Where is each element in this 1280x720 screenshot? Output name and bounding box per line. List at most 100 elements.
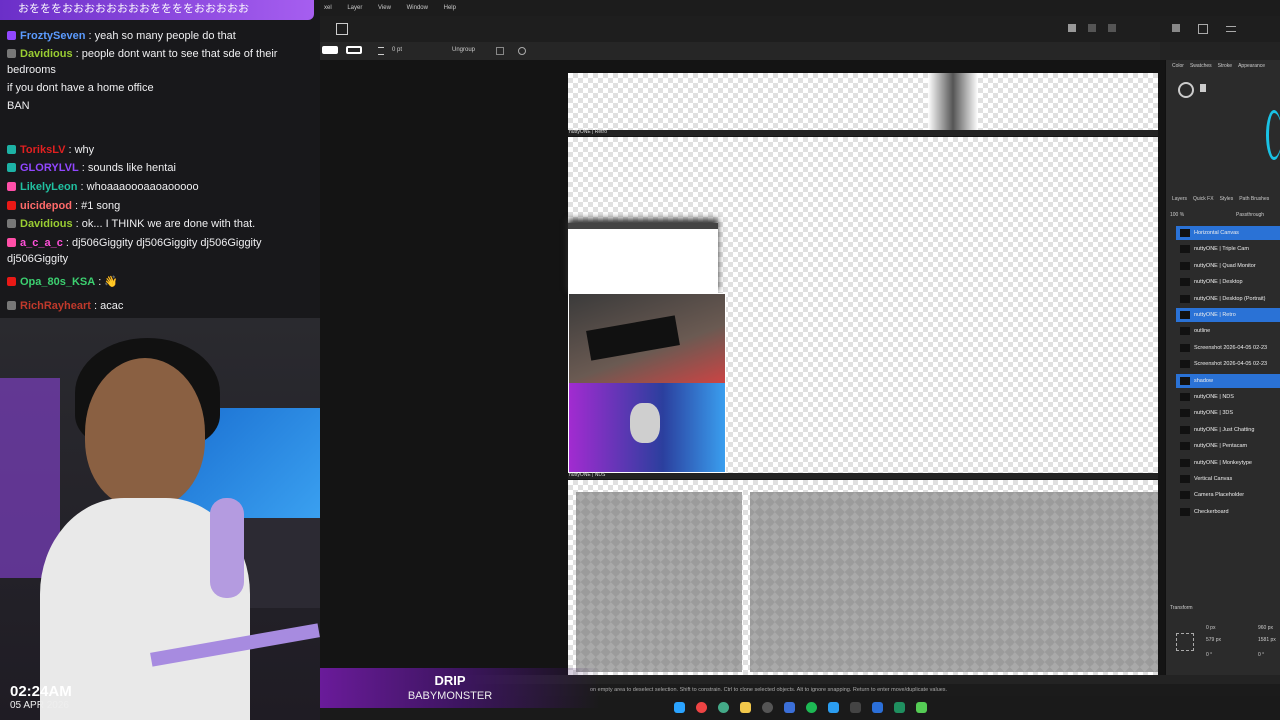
app-icon[interactable]: [784, 702, 795, 713]
arrange-icon[interactable]: [1108, 24, 1116, 32]
chrome-icon[interactable]: [718, 702, 729, 713]
folder-icon[interactable]: [740, 702, 751, 713]
layer-row[interactable]: Screenshot 2026-04-05 02-23: [1176, 341, 1280, 355]
spotify-icon[interactable]: [806, 702, 817, 713]
menu-item-pixel[interactable]: xel: [324, 5, 332, 11]
layer-row[interactable]: Checkerboard: [1176, 505, 1280, 519]
layer-row[interactable]: nuttyONE | Retro: [1176, 308, 1280, 322]
chat-username[interactable]: LikelyLeon: [20, 181, 77, 193]
snapping-icon[interactable]: [1172, 24, 1180, 32]
layer-thumbnail: [1180, 475, 1190, 483]
artboard-tool-icon[interactable]: [336, 23, 348, 35]
blend-mode-select[interactable]: Passthrough: [1236, 212, 1264, 218]
selection-box[interactable]: [568, 293, 726, 473]
stroke-style-icon[interactable]: [378, 47, 384, 55]
layer-row[interactable]: nuttyONE | Triple Cam: [1176, 242, 1280, 256]
menu-item-window[interactable]: Window: [407, 5, 428, 11]
start-icon[interactable]: [674, 702, 685, 713]
layer-row[interactable]: nuttyONE | Desktop: [1176, 275, 1280, 289]
layer-row[interactable]: nuttyONE | Monkeytype: [1176, 456, 1280, 470]
affinity-icon[interactable]: [828, 702, 839, 713]
layer-row[interactable]: Vertical Canvas: [1176, 472, 1280, 486]
color-ring[interactable]: [1266, 110, 1280, 160]
chat-text: : 👋: [95, 276, 119, 288]
layer-row[interactable]: nuttyONE | Desktop (Portrait): [1176, 292, 1280, 306]
stroke-size-field[interactable]: 0 pt: [392, 47, 402, 53]
chat-username[interactable]: uicidepod: [20, 200, 72, 212]
transform-r[interactable]: 0 °: [1206, 652, 1212, 658]
nds-screen-right[interactable]: [750, 492, 1158, 672]
menu-item-view[interactable]: View: [378, 5, 391, 11]
tab-swatches[interactable]: Swatches: [1190, 63, 1212, 69]
transform-h[interactable]: 1581 px: [1258, 637, 1276, 643]
stroke-swatch[interactable]: [346, 46, 362, 54]
transform-y[interactable]: 579 px: [1206, 637, 1221, 643]
main-toolbar: [320, 16, 1280, 42]
artboard-top[interactable]: [568, 73, 1158, 130]
tab-path-brushes[interactable]: Path Brushes: [1239, 196, 1269, 202]
tab-appearance[interactable]: Appearance: [1238, 63, 1265, 69]
tab-stroke[interactable]: Stroke: [1218, 63, 1232, 69]
artboard-retro[interactable]: [568, 137, 1158, 473]
opacity-field[interactable]: 100 %: [1170, 212, 1184, 218]
layer-row[interactable]: Camera Placeholder: [1176, 488, 1280, 502]
warning-icon[interactable]: [1198, 24, 1208, 34]
layer-row[interactable]: nuttyONE | NDS: [1176, 390, 1280, 404]
anchor-grid-icon[interactable]: [1176, 633, 1194, 651]
artboard-nds[interactable]: [568, 480, 1158, 675]
chat-badge-icon: [7, 301, 16, 310]
menu-item-help[interactable]: Help: [444, 5, 456, 11]
date-text: 05 APR 2026: [10, 700, 69, 711]
layer-name: nuttyONE | 3DS: [1194, 410, 1234, 417]
layer-row[interactable]: nuttyONE | 3DS: [1176, 406, 1280, 420]
chat-username[interactable]: ToriksLV: [20, 144, 65, 156]
chat-username[interactable]: a_c_a_c: [20, 237, 63, 249]
align-icon[interactable]: [1068, 24, 1076, 32]
white-frame[interactable]: [568, 223, 718, 295]
tab-styles[interactable]: Styles: [1220, 196, 1234, 202]
chat-username[interactable]: Opa_80s_KSA: [20, 276, 95, 288]
obs-icon[interactable]: [762, 702, 773, 713]
transform-s[interactable]: 0 °: [1258, 652, 1264, 658]
color-wheel-icon[interactable]: [1178, 82, 1194, 98]
chat-badge-icon: [7, 145, 16, 154]
fill-swatch[interactable]: [322, 46, 338, 54]
ungroup-button[interactable]: Ungroup: [452, 47, 475, 53]
chat-username[interactable]: FroztySeven: [20, 30, 85, 42]
distribute-icon[interactable]: [1088, 24, 1096, 32]
chat-message: uicidepod : #1 song: [7, 198, 312, 214]
transform-x[interactable]: 0 px: [1206, 625, 1215, 631]
layer-row[interactable]: nuttyONE | Quad Monitor: [1176, 259, 1280, 273]
canvas-workspace[interactable]: nuttyONE | Retro nuttyONE | NDS: [320, 60, 1165, 675]
transform-w[interactable]: 960 px: [1258, 625, 1273, 631]
chat-username[interactable]: Davidious: [20, 218, 73, 230]
code-icon[interactable]: [850, 702, 861, 713]
menu-lines-icon[interactable]: [1226, 26, 1236, 32]
settings-gear-icon[interactable]: [518, 47, 526, 55]
transform-icon[interactable]: [496, 47, 504, 55]
layer-name: Horizontal Canvas: [1194, 230, 1239, 236]
layer-name: nuttyONE | Quad Monitor: [1194, 262, 1256, 269]
app3-icon[interactable]: [894, 702, 905, 713]
menu-item-layer[interactable]: Layer: [347, 5, 362, 11]
layer-row[interactable]: nuttyONE | Just Chatting: [1176, 423, 1280, 437]
chat-text: : acac: [90, 300, 124, 312]
chat-username[interactable]: Davidious: [20, 48, 73, 60]
browser-icon[interactable]: [696, 702, 707, 713]
chat-text: : ok... I THINK we are done with that.: [72, 218, 256, 230]
chat-username[interactable]: GLORYLVL: [20, 162, 79, 174]
layer-row[interactable]: nuttyONE | Pentacam: [1176, 439, 1280, 453]
tab-layers[interactable]: Layers: [1172, 196, 1187, 202]
app2-icon[interactable]: [872, 702, 883, 713]
layer-row[interactable]: Screenshot 2026-04-05 02-23: [1176, 357, 1280, 371]
chat-username[interactable]: RichRayheart: [20, 300, 91, 312]
layer-row[interactable]: shadow: [1176, 373, 1280, 388]
transform-panel-title: Transform: [1170, 605, 1193, 611]
layer-row[interactable]: Horizontal Canvas: [1176, 226, 1280, 240]
eyedropper-icon[interactable]: [1200, 84, 1206, 92]
layer-row[interactable]: outline: [1176, 324, 1280, 338]
tab-color[interactable]: Color: [1172, 63, 1184, 69]
app4-icon[interactable]: [916, 702, 927, 713]
tab-quick-fx[interactable]: Quick FX: [1193, 196, 1214, 202]
nds-screen-left[interactable]: [576, 492, 742, 672]
